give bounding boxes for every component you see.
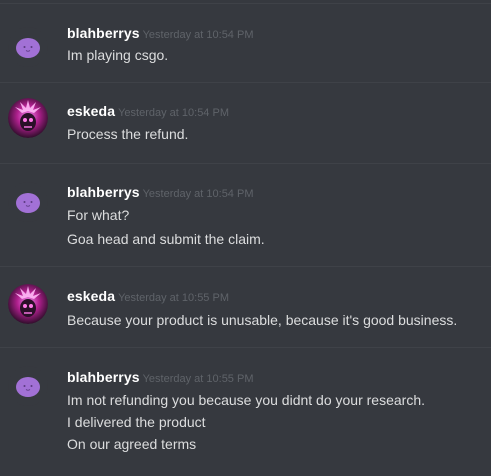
message-text: I delivered the product (67, 414, 206, 430)
message-divider (0, 3, 491, 4)
username[interactable]: blahberrys (67, 25, 140, 41)
timestamp[interactable]: Yesterday at 10:54 PM (143, 188, 254, 200)
message-text: For what? (67, 207, 130, 223)
message-text: On our agreed terms (67, 436, 197, 452)
message-divider (0, 163, 491, 164)
message-divider (0, 347, 491, 348)
username[interactable]: eskeda (67, 103, 115, 119)
message-text: Goa head and submit the claim. (67, 231, 265, 247)
message-text: Process the refund. (67, 126, 189, 142)
username[interactable]: blahberrys (67, 184, 140, 200)
timestamp[interactable]: Yesterday at 10:54 PM (143, 29, 254, 41)
message-divider (0, 266, 491, 267)
timestamp[interactable]: Yesterday at 10:55 PM (143, 373, 254, 385)
purple-blob-avatar[interactable] (8, 366, 48, 406)
purple-blob-avatar[interactable] (8, 182, 48, 222)
message-header: eskeda Yesterday at 10:54 PM (67, 102, 229, 122)
message-divider (0, 82, 491, 83)
message-text: Im not refunding you because you didnt d… (67, 392, 425, 408)
timestamp[interactable]: Yesterday at 10:55 PM (118, 292, 229, 304)
chat-message-list: blahberrys Yesterday at 10:54 PM Im playi… (0, 0, 491, 476)
timestamp[interactable]: Yesterday at 10:54 PM (118, 107, 229, 119)
message-header: eskeda Yesterday at 10:55 PM (67, 287, 229, 307)
pink-skull-avatar[interactable] (8, 98, 48, 138)
message-text: Im playing csgo. (67, 47, 169, 63)
message-header: blahberrys Yesterday at 10:54 PM (67, 183, 253, 203)
message-header: blahberrys Yesterday at 10:55 PM (67, 368, 253, 388)
message-text: Because your product is unusable, becaus… (67, 312, 458, 328)
message-header: blahberrys Yesterday at 10:54 PM (67, 24, 253, 44)
username[interactable]: eskeda (67, 288, 115, 304)
pink-skull-avatar[interactable] (8, 284, 48, 324)
username[interactable]: blahberrys (67, 369, 140, 385)
purple-blob-avatar[interactable] (8, 27, 48, 67)
